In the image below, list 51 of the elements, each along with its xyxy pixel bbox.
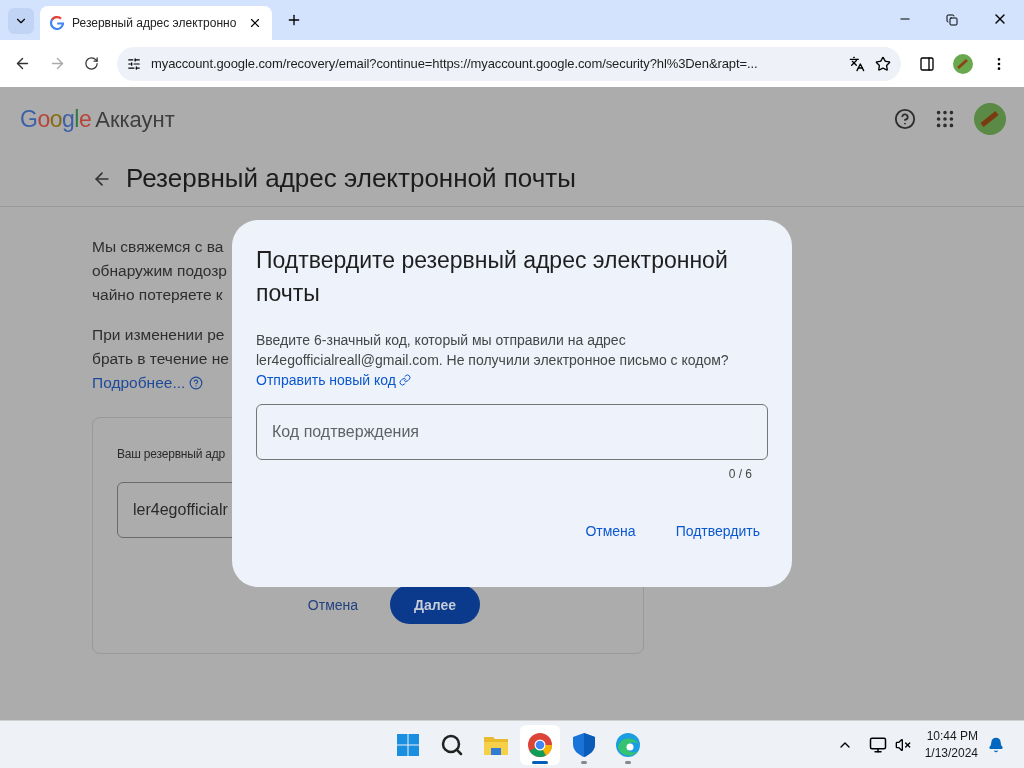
avatar-icon[interactable] [953,53,973,74]
tab-list-button[interactable] [8,8,34,34]
translate-icon[interactable] [849,55,865,72]
address-bar[interactable]: myaccount.google.com/recovery/email?continue=https://myaccount.google.com/security?hl%3Den&rapt=... [117,46,901,81]
browser-tab[interactable]: Резервный адрес электронно [40,6,272,40]
bookmark-icon[interactable] [875,55,891,72]
clock-date[interactable]: 1/13/2024 [924,744,978,762]
paragraph-line: Мы свяжемся с ва [92,237,224,257]
back-icon[interactable] [14,55,31,72]
site-info-icon[interactable] [127,56,141,71]
apps-icon[interactable] [934,108,956,130]
dialog-text: Введите 6-значный код, который мы отправили на адрес ler4egofficialreall@gmail.com. Не получили электронное письмо с кодом? [256,331,730,370]
close-icon[interactable] [248,16,262,30]
paragraph-line: При изменении ре [92,325,225,345]
cancel-button[interactable]: Отмена [295,585,371,624]
link-icon [398,374,411,386]
cancel-button[interactable]: Отмена [573,513,648,549]
google-logo: Google [20,104,92,134]
paragraph-line: брать в течение не [92,349,229,369]
clock-time[interactable]: 10:44 PM [926,727,978,745]
resend-code-link[interactable]: Отправить новый код [256,370,396,390]
windows-icon [396,732,421,757]
side-panel-icon[interactable] [919,55,935,72]
learn-more-link[interactable]: Подробнее... [92,371,186,395]
new-tab-icon[interactable] [286,12,302,28]
shield-icon [572,731,597,758]
paragraph-line: обнаружим подозр [92,261,227,281]
help-icon[interactable] [894,108,916,130]
avatar-icon[interactable] [974,103,1006,135]
reload-icon[interactable] [84,56,99,71]
page-title: Резервный адрес электронной почты [126,162,576,195]
network-icon[interactable] [868,735,887,754]
next-button[interactable]: Далее [390,585,481,624]
url-text: myaccount.google.com/recovery/email?continue=https://myaccount.google.com/security?hl%3Den&rapt=... [151,54,759,73]
chrome-icon [527,731,554,758]
notification-icon[interactable] [988,736,1004,753]
dialog-title: Подтвердите резервный адрес электронной почты [256,246,729,308]
product-name: Аккаунт [95,105,175,134]
search-icon [440,732,465,757]
tab-title: Резервный адрес электронно [72,15,238,32]
help-icon[interactable] [189,376,204,390]
paragraph-line: чайно потеряете к [92,285,223,305]
confirm-button[interactable]: Подтвердить [663,513,772,549]
google-icon [50,16,64,30]
volume-icon[interactable] [894,736,911,753]
taskbar-button[interactable] [520,724,561,765]
character-counter: 0 / 6 [728,466,752,483]
code-field[interactable]: Код подтверждения [256,404,768,460]
edge-icon [615,731,642,758]
restore-icon[interactable] [946,14,958,26]
field-label: Ваш резервный адр [117,446,226,463]
